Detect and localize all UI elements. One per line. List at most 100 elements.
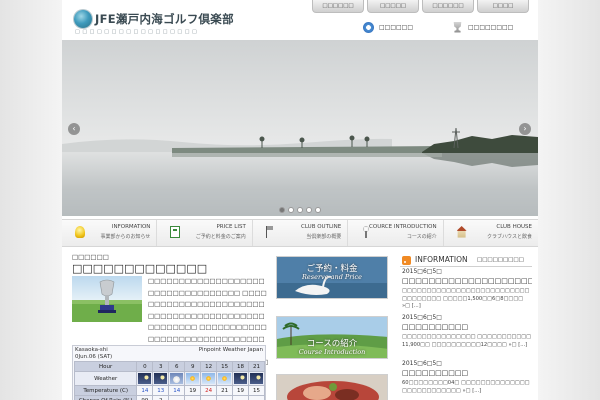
nav-label-jp: 当倶楽部の概要: [306, 234, 342, 240]
weather-temp-cell: 19: [232, 385, 250, 396]
moon-icon: [154, 373, 168, 384]
logo-emblem-icon[interactable]: [74, 10, 92, 28]
hero-prev-arrow-icon[interactable]: ‹: [68, 123, 80, 135]
weather-condition-cell: [168, 371, 186, 386]
intro-title: □□□□□□□□□□□□□: [72, 262, 208, 275]
weather-temp-cell: 19: [184, 385, 202, 396]
weather-hour-cell: 0: [136, 361, 154, 372]
nav-item-information[interactable]: INFORMATION 事業部からのお知らせ: [62, 220, 158, 246]
weather-rain-cell: 99: [136, 395, 154, 400]
weather-rain-cell: [216, 395, 234, 400]
top-tab-3[interactable]: □□□□□□: [422, 0, 474, 13]
weather-condition-cell: [136, 371, 154, 386]
weather-widget: Kasaoka-shi Pinpoint Weather Japan 0Jun.…: [72, 345, 266, 400]
news-excerpt: 60□□□□□□□□04□ □□□□□□□□□□□□□□□□□□□□□□□□□□…: [402, 380, 530, 394]
nav-item-club-house[interactable]: CLUB HOUSE クラブハウスと飲食: [444, 220, 538, 246]
news-excerpt: □□□□□□□□□□□□□□□□□□□□□□□□□□□□□□□□□□ □□□□□…: [402, 288, 530, 309]
hero-pager-dot[interactable]: [306, 207, 312, 213]
weather-row-label: Chance Of Rain (%): [73, 395, 138, 400]
news-title-link[interactable]: □□□□□□□□□□□□□□□□□□□□□□: [402, 277, 532, 285]
nav-label-jp: クラブハウスと飲食: [487, 234, 533, 240]
weather-temp-cell: 21: [216, 385, 234, 396]
hero-photo: [62, 40, 538, 216]
weather-condition-cell: [232, 371, 250, 386]
hero-pager: [62, 207, 538, 213]
trophy-photo: [72, 276, 142, 322]
weather-row: Temperature (C) 14 13 14 19 24 21 19 15: [73, 385, 265, 396]
weather-row-label: Hour: [73, 361, 138, 372]
weather-hour-cell: 6: [168, 361, 186, 372]
hero-next-arrow-icon[interactable]: ›: [519, 123, 531, 135]
competition-link-label: □□□□□□□□: [468, 23, 514, 31]
top-tab-1[interactable]: □□□□□□: [312, 0, 364, 13]
news-item: 2015□6□5□ □□□□□□□□□□□□□□□□□□□□ □□ □□□□□□□…: [402, 268, 532, 311]
clubhouse-icon: [456, 226, 467, 238]
english-icon: [363, 21, 374, 33]
weather-hour-cell: 3: [152, 361, 170, 372]
weather-source-link[interactable]: Pinpoint Weather Japan: [199, 347, 263, 353]
weather-date: 0Jun.06 (SAT): [75, 354, 113, 360]
reserve-price-banner[interactable]: ご予約・料金 Reserve and Price: [276, 256, 388, 299]
news-date: 2015□6□5□: [402, 360, 442, 367]
news-excerpt: □□□□□□□□□□□□□□□ □□□□□□□□□□□ 11,900□□ □□□…: [402, 334, 532, 348]
site-logo[interactable]: JFE瀬戸内海ゴルフ倶楽部: [95, 11, 234, 27]
nav-label-jp: ご予約と料金のご案内: [195, 234, 246, 240]
rss-icon[interactable]: [402, 256, 411, 265]
nav-item-price-list[interactable]: PRICE LIST ご予約と料金のご案内: [157, 220, 253, 246]
weather-table: Hour 0 3 6 9 12 15 18 21 Weather Temperature (C) 14…: [73, 361, 265, 400]
price-list-icon: [170, 226, 181, 238]
top-tab-4[interactable]: □□□□: [477, 0, 529, 13]
weather-row: Weather: [73, 371, 265, 386]
sun-icon: [218, 373, 232, 384]
weather-temp-cell: 15: [248, 385, 265, 396]
weather-hour-cell: 9: [184, 361, 202, 372]
weather-hour-cell: 12: [200, 361, 218, 372]
weather-rain-cell: [184, 395, 202, 400]
clubhouse-dining-banner[interactable]: [276, 374, 388, 400]
weather-hour-cell: 18: [232, 361, 250, 372]
sun-icon: [202, 373, 216, 384]
news-item: 2015□6□5□ □□□□□□□□□□ □□□□□□□□□□□□□□□ □□□…: [402, 314, 532, 349]
page: JFE瀬戸内海ゴルフ倶楽部 □ □ □ □ □ □ □ □ □ □ □ □ □ …: [0, 0, 600, 400]
hero-pager-dot[interactable]: [297, 207, 303, 213]
lightbulb-icon: [75, 226, 85, 238]
weather-rain-cell: [168, 395, 186, 400]
news-item: 2015□6□5□ □□□□□□□□□□ 60□□□□□□□□04□ □□□□□…: [402, 360, 532, 395]
weather-condition-cell: [200, 371, 218, 386]
weather-temp-cell: 14: [136, 385, 154, 396]
intro-kicker: □□□□□□: [72, 253, 109, 261]
news-title-link[interactable]: □□□□□□□□□□: [402, 369, 532, 377]
info-subtitle: □□□□□□□□□: [477, 257, 524, 263]
hero-slider[interactable]: ‹ ›: [62, 40, 538, 216]
news-title-link[interactable]: □□□□□□□□□□: [402, 323, 532, 331]
trophy-icon: [453, 21, 462, 33]
moon-icon: [250, 373, 264, 384]
weather-city: Kasaoka-shi: [75, 347, 108, 353]
main-nav: INFORMATION 事業部からのお知らせ PRICE LIST ご予約と料金…: [62, 219, 538, 247]
weather-condition-cell: [216, 371, 234, 386]
course-introduction-banner[interactable]: コースの紹介 Course Introduction: [276, 316, 388, 359]
weather-row-label: Temperature (C): [73, 385, 138, 396]
weather-hour-cell: 21: [248, 361, 265, 372]
hero-pager-dot[interactable]: [279, 207, 285, 213]
hero-pager-dot[interactable]: [315, 207, 321, 213]
english-link-label: □□□□□□: [379, 23, 414, 31]
top-tab-2[interactable]: □□□□□: [367, 0, 419, 13]
weather-rain-cell: 2: [152, 395, 170, 400]
weather-rain-cell: [232, 395, 250, 400]
weather-row: Chance Of Rain (%)992: [73, 395, 265, 400]
english-link[interactable]: □□□□□□: [363, 19, 413, 35]
competition-link[interactable]: □□□□□□□□: [452, 19, 513, 35]
hero-pager-dot[interactable]: [288, 207, 294, 213]
nav-item-course-introduction[interactable]: COURCE INTRODUCTION コースの紹介: [348, 220, 444, 246]
food-photo: [277, 375, 387, 400]
info-divider: [400, 266, 532, 267]
banner-title-en: Course Introduction: [298, 348, 366, 356]
weather-condition-cell: [248, 371, 265, 386]
moon-icon: [234, 373, 248, 384]
news-date: 2015□6□5□: [402, 268, 442, 275]
news-date: 2015□6□5□: [402, 314, 442, 321]
weather-hour-cell: 15: [216, 361, 234, 372]
nav-item-club-outline[interactable]: CLUB OUTLINE 当倶楽部の概要: [253, 220, 349, 246]
logo-subtitle: □ □ □ □ □ □ □ □ □ □ □ □ □ □ □ □ □: [75, 29, 198, 35]
